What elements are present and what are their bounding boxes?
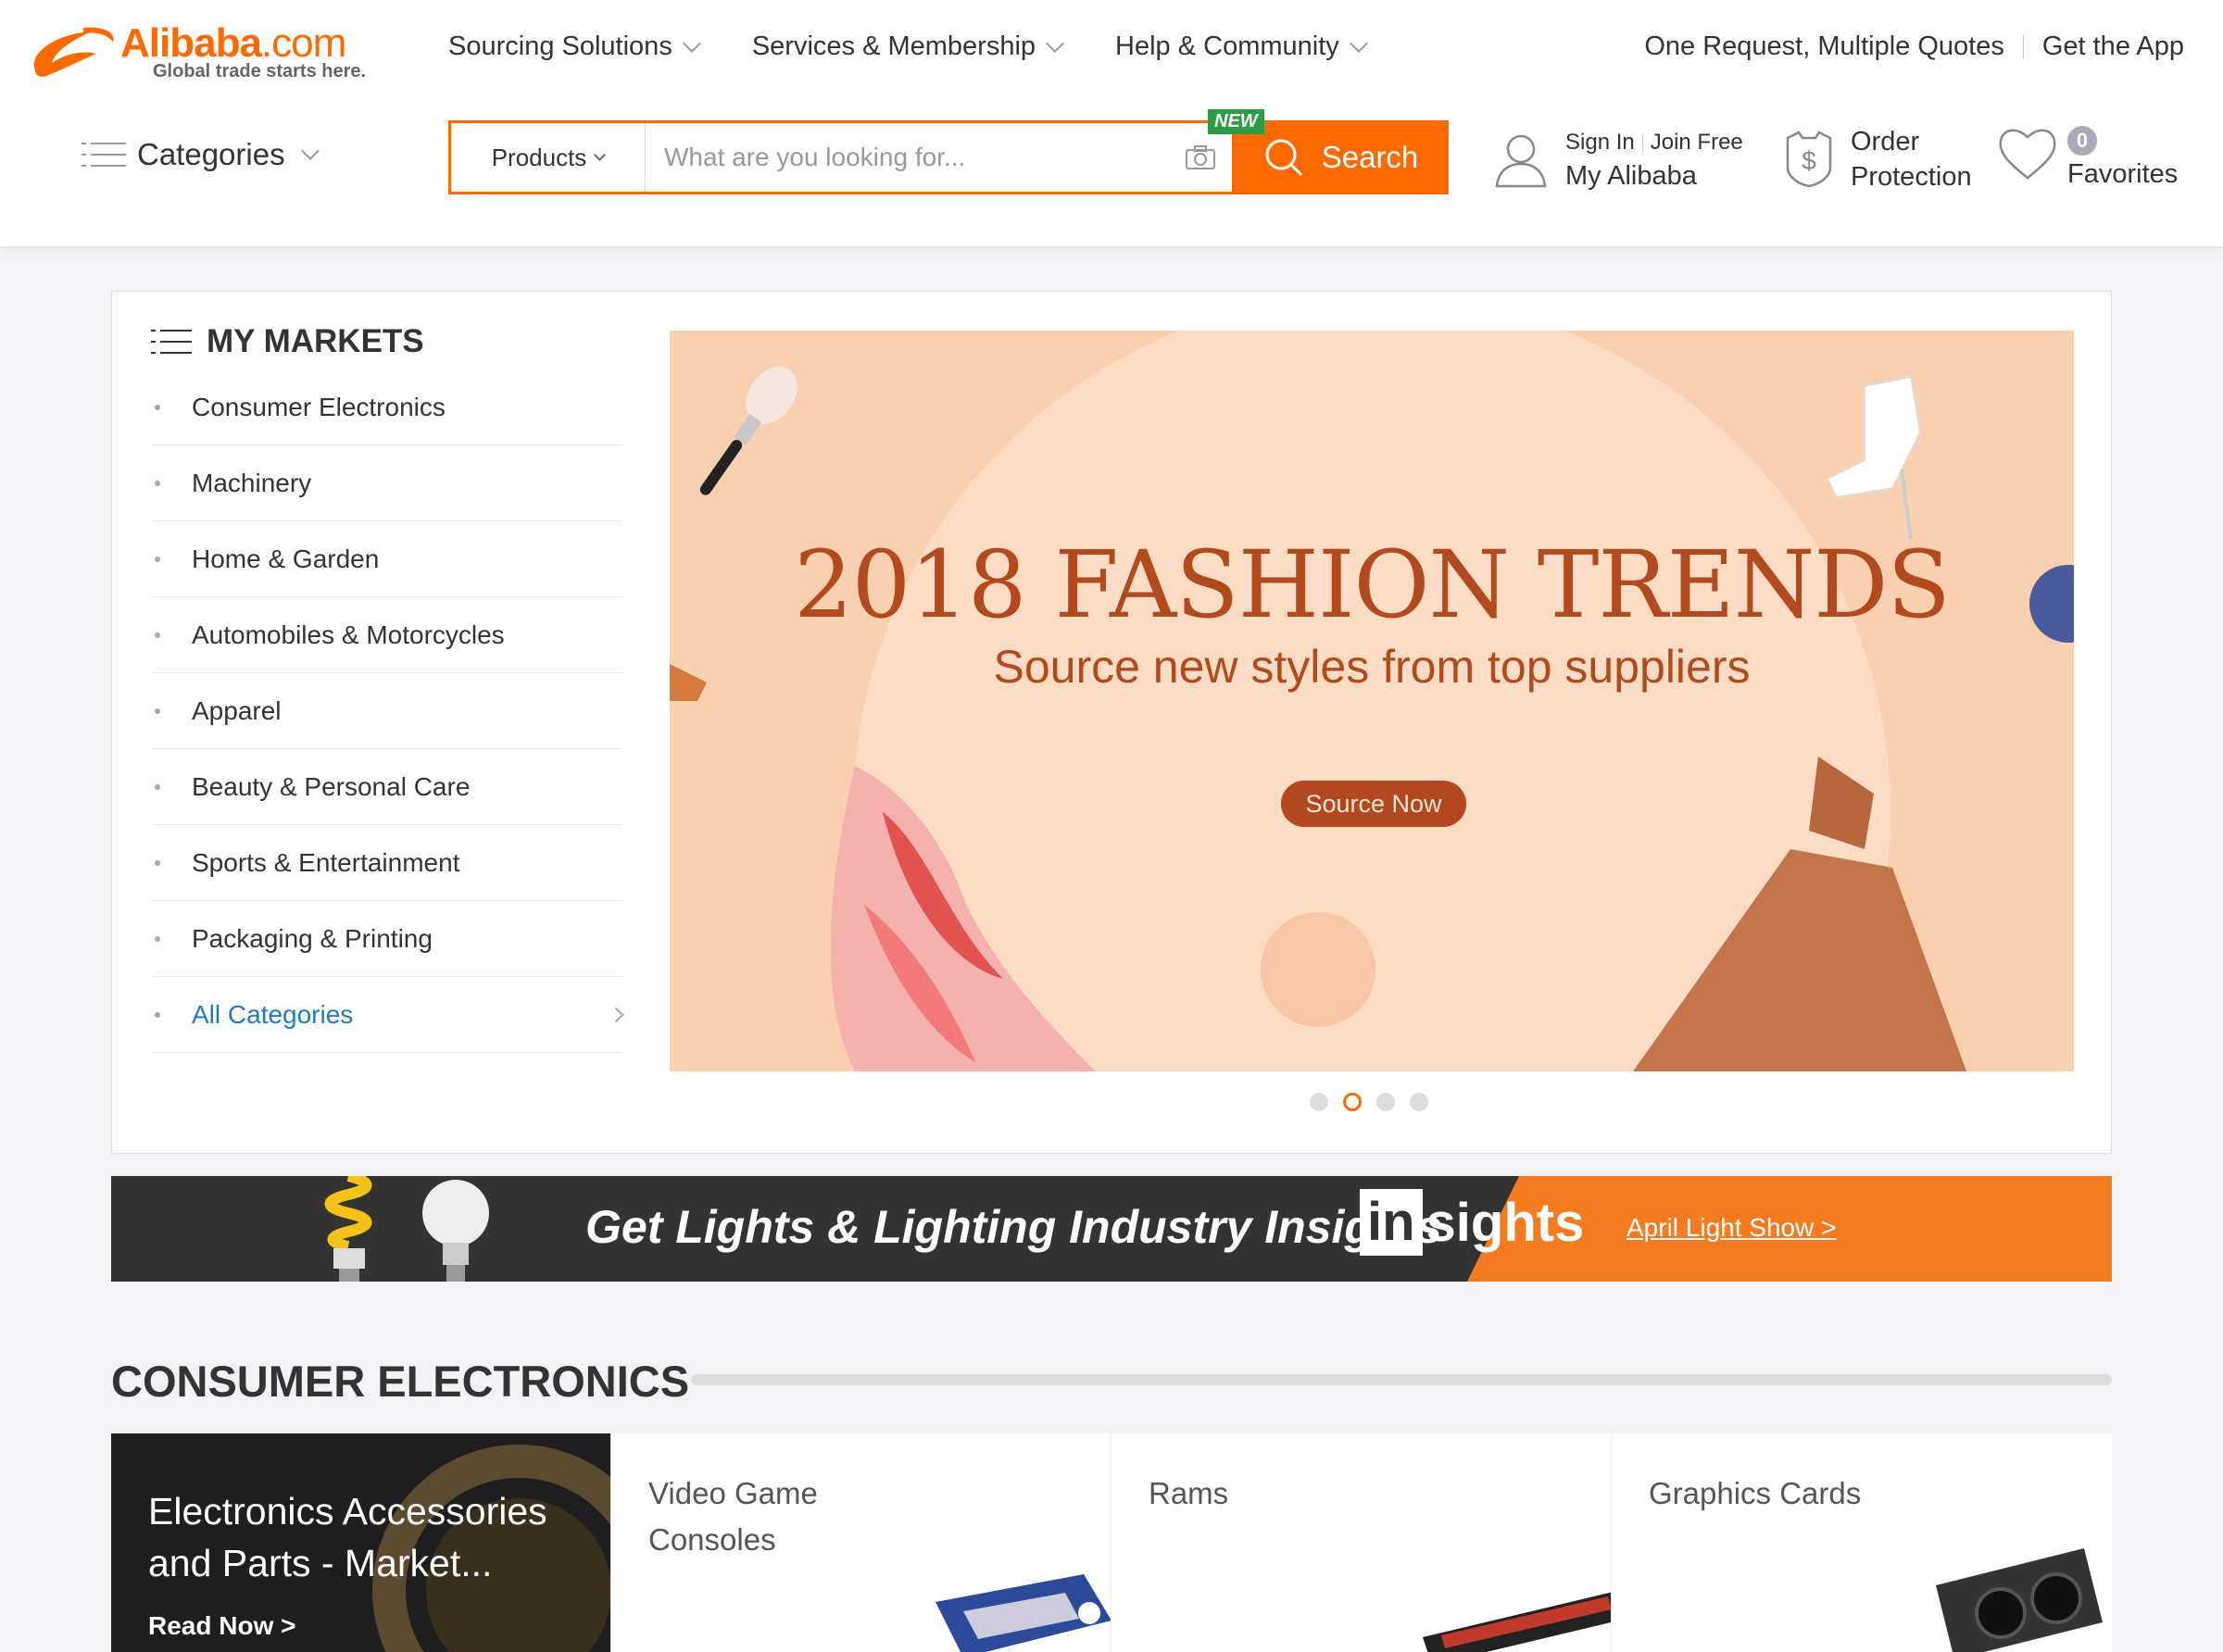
svg-text:$: $	[1802, 146, 1816, 175]
alibaba-swirl-icon	[33, 27, 114, 77]
market-item-automobiles[interactable]: Automobiles & Motorcycles	[151, 597, 623, 673]
heart-icon	[1999, 129, 2056, 180]
chevron-down-icon	[300, 142, 320, 160]
new-badge: NEW	[1208, 109, 1264, 134]
logo-wordmark: Alibaba.com	[120, 20, 346, 66]
search-button[interactable]: Search	[1232, 120, 1449, 194]
order-protection-line2: Protection	[1851, 162, 1972, 192]
carousel-dot-1[interactable]	[1310, 1093, 1328, 1111]
search-category-select[interactable]: Products	[451, 123, 646, 192]
light-bulbs-icon	[324, 1176, 489, 1282]
carousel-dot-2[interactable]	[1343, 1093, 1362, 1111]
favorites-count-badge: 0	[2067, 126, 2097, 156]
order-protection-link[interactable]: $ Order Protection	[1782, 124, 1972, 194]
list-icon	[151, 327, 195, 357]
order-protection-line1: Order	[1851, 127, 1920, 156]
nav-services-membership[interactable]: Services & Membership	[752, 31, 1064, 62]
user-icon	[1495, 134, 1547, 188]
carousel-dot-3[interactable]	[1376, 1093, 1395, 1111]
carousel-pagination	[1310, 1093, 1428, 1111]
game-console-image	[936, 1574, 1111, 1652]
source-now-button[interactable]: Source Now	[1281, 781, 1466, 827]
section-divider	[691, 1374, 2112, 1385]
search-icon	[1265, 139, 1302, 177]
feature-card-title: Electronics Accessories and Parts - Mark…	[148, 1490, 547, 1584]
my-markets-title: MY MARKETS	[151, 323, 424, 360]
all-categories-link[interactable]: All Categories	[151, 977, 624, 1053]
banner-subheadline: Source new styles from top suppliers	[993, 641, 1751, 693]
my-markets-list: Consumer Electronics Machinery Home & Ga…	[151, 369, 624, 1053]
card-title: Video Game Consoles	[648, 1476, 818, 1557]
alibaba-logo[interactable]: Alibaba.com Global trade starts here.	[28, 20, 389, 85]
market-item-apparel[interactable]: Apparel	[151, 673, 623, 749]
hero-panel: MY MARKETS Consumer Electronics Machiner…	[111, 291, 2112, 1154]
favorites-link[interactable]: 0 Favorites	[1997, 124, 2178, 190]
market-item-consumer-electronics[interactable]: Consumer Electronics	[151, 369, 623, 445]
divider	[2022, 34, 2024, 59]
insights-logo: in sights	[1360, 1189, 1584, 1256]
account-text: Sign In Join Free My Alibaba	[1565, 126, 1743, 193]
my-alibaba-link[interactable]: My Alibaba	[1565, 159, 1743, 193]
banner-headline: 2018 FASHION TRENDS	[794, 531, 1951, 639]
chevron-down-icon	[594, 149, 607, 161]
card-title: Rams	[1149, 1476, 1229, 1510]
nav-help-community[interactable]: Help & Community	[1115, 31, 1368, 62]
top-navigation: Sourcing Solutions Services & Membership…	[448, 31, 1419, 62]
rfq-link[interactable]: One Request, Multiple Quotes	[1644, 31, 2003, 62]
categories-label: Categories	[137, 137, 285, 171]
card-video-game-consoles[interactable]: Video Game Consoles	[611, 1433, 1112, 1652]
insights-headline: Get Lights & Lighting Industry Insights	[585, 1201, 1442, 1253]
chevron-down-icon	[682, 33, 701, 53]
shield-dollar-icon: $	[1786, 131, 1832, 188]
consumer-electronics-title: CONSUMER ELECTRONICS	[111, 1357, 690, 1406]
feature-card[interactable]: Electronics Accessories and Parts - Mark…	[111, 1433, 611, 1652]
favorites-label: Favorites	[2067, 159, 2179, 189]
category-cards: Electronics Accessories and Parts - Mark…	[111, 1433, 2112, 1652]
market-item-home-garden[interactable]: Home & Garden	[151, 521, 623, 597]
banner-artwork	[670, 331, 2074, 1071]
chevron-down-icon	[1349, 33, 1368, 53]
insights-banner[interactable]: Get Lights & Lighting Industry Insights …	[111, 1176, 2112, 1282]
carousel-dot-4[interactable]	[1410, 1093, 1428, 1111]
get-app-link[interactable]: Get the App	[2042, 31, 2184, 62]
top-right-links: One Request, Multiple Quotes Get the App	[1644, 31, 2184, 62]
market-item-beauty[interactable]: Beauty & Personal Care	[151, 749, 623, 825]
market-item-packaging[interactable]: Packaging & Printing	[151, 901, 623, 977]
categories-menu[interactable]: Categories	[82, 137, 320, 172]
ram-stick-image	[1423, 1592, 1611, 1652]
promo-banner[interactable]: 2018 FASHION TRENDS Source new styles fr…	[670, 331, 2074, 1071]
card-rams[interactable]: Rams	[1112, 1433, 1612, 1652]
join-free-link[interactable]: Join Free	[1651, 130, 1743, 155]
card-title: Graphics Cards	[1649, 1476, 1862, 1510]
site-header: Alibaba.com Global trade starts here. So…	[0, 0, 2223, 246]
search-bar: Products Search	[448, 120, 1449, 194]
nav-sourcing-solutions[interactable]: Sourcing Solutions	[448, 31, 701, 62]
chevron-down-icon	[1046, 33, 1064, 53]
logo-tagline: Global trade starts here.	[153, 61, 367, 81]
market-item-machinery[interactable]: Machinery	[151, 445, 623, 521]
search-input[interactable]	[646, 123, 1169, 192]
graphics-card-image	[1936, 1548, 2103, 1652]
card-graphics-cards[interactable]: Graphics Cards	[1612, 1433, 2112, 1652]
list-icon	[82, 140, 126, 169]
sign-in-link[interactable]: Sign In	[1565, 130, 1635, 155]
chevron-right-icon	[608, 1007, 624, 1022]
april-light-show-link[interactable]: April Light Show >	[1626, 1213, 1836, 1243]
account-menu[interactable]: Sign In Join Free My Alibaba	[1493, 126, 1743, 193]
market-item-sports[interactable]: Sports & Entertainment	[151, 825, 623, 901]
read-now-link[interactable]: Read Now >	[148, 1611, 295, 1641]
